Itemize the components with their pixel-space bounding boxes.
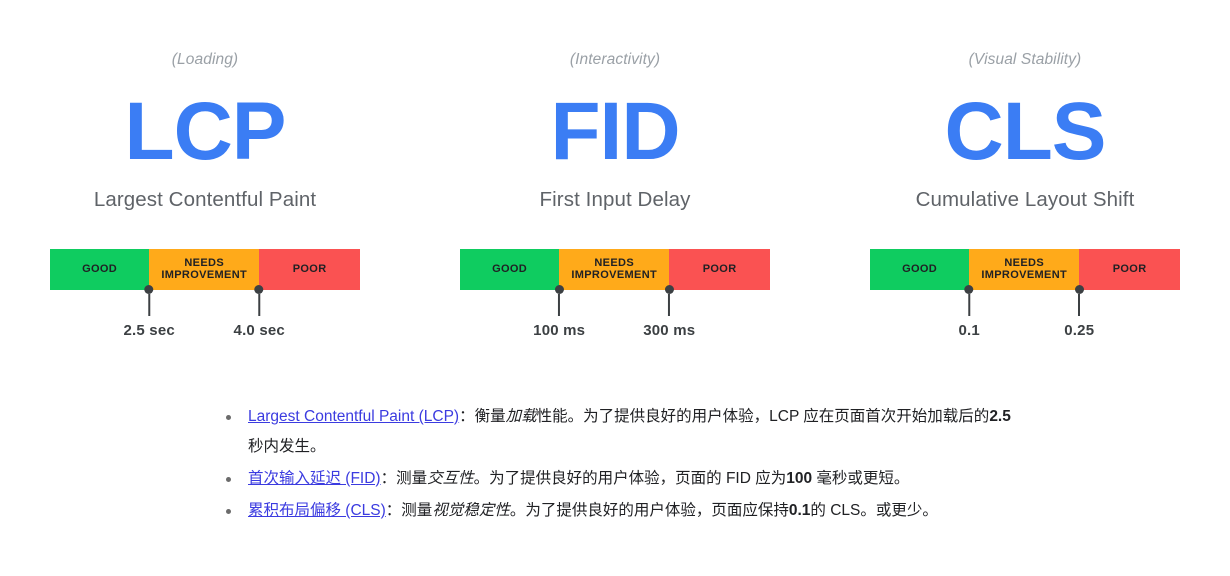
bar-segment-needs-improvement: NEEDS IMPROVEMENT	[969, 248, 1080, 290]
marker-dot-icon	[964, 284, 974, 294]
core-web-vitals-row: (Loading) LCP Largest Contentful Paint G…	[0, 0, 1230, 339]
metric-link-cls[interactable]: 累积布局偏移 (CLS)	[248, 502, 386, 519]
metric-title: Cumulative Layout Shift	[915, 188, 1135, 211]
note-value: 2.5	[989, 408, 1011, 425]
list-item: 首次输入延迟 (FID)：测量交互性。为了提供良好的用户体验，页面的 FID 应…	[222, 464, 1022, 494]
bar-segment-needs-improvement: NEEDS IMPROVEMENT	[149, 248, 260, 290]
metric-category-label: (Loading)	[171, 51, 239, 68]
list-item: 累积布局偏移 (CLS)：测量视觉稳定性。为了提供良好的用户体验，页面应保持0.…	[222, 496, 1022, 526]
threshold-bar: GOOD NEEDS IMPROVEMENT POOR	[460, 248, 770, 290]
marker-dot-icon	[254, 284, 264, 294]
bar-segment-poor: POOR	[669, 248, 770, 290]
threshold-value: 0.25	[1064, 321, 1095, 339]
threshold-markers: 0.1 0.25	[870, 284, 1180, 345]
threshold-value: 0.1	[958, 321, 980, 339]
metric-description-list: Largest Contentful Paint (LCP)：衡量加载性能。为了…	[222, 402, 1022, 528]
note-text: 。为了提供良好的用户体验，页面应保持	[509, 502, 789, 519]
note-text: 。为了提供良好的用户体验，页面的 FID 应为	[473, 470, 787, 487]
marker-stem	[668, 293, 671, 316]
threshold-bar: GOOD NEEDS IMPROVEMENT POOR	[870, 248, 1180, 290]
threshold-marker: 100 ms	[533, 284, 586, 339]
threshold-bar: GOOD NEEDS IMPROVEMENT POOR	[50, 248, 360, 290]
threshold-value: 4.0 sec	[233, 321, 285, 339]
threshold-bar-block: GOOD NEEDS IMPROVEMENT POOR 2.5 sec 4.0 …	[50, 248, 360, 339]
metric-category-label: (Visual Stability)	[968, 51, 1082, 68]
threshold-marker: 0.1	[958, 284, 980, 339]
marker-stem	[558, 293, 561, 316]
marker-stem	[258, 293, 261, 316]
marker-stem	[968, 293, 971, 316]
threshold-value: 2.5 sec	[123, 321, 175, 339]
metric-panel-lcp: (Loading) LCP Largest Contentful Paint G…	[0, 51, 410, 339]
bar-segment-needs-improvement: NEEDS IMPROVEMENT	[559, 248, 670, 290]
note-text: ：测量	[380, 470, 428, 487]
marker-dot-icon	[664, 284, 674, 294]
threshold-markers: 100 ms 300 ms	[460, 284, 770, 345]
metric-panel-fid: (Interactivity) FID First Input Delay GO…	[410, 51, 820, 339]
note-text: 的 CLS。或更少。	[810, 502, 938, 519]
list-item: Largest Contentful Paint (LCP)：衡量加载性能。为了…	[222, 402, 1022, 462]
marker-stem	[1078, 293, 1081, 316]
threshold-marker: 300 ms	[643, 284, 696, 339]
note-text: 性能。为了提供良好的用户体验，LCP 应在页面首次开始加载后的	[536, 408, 990, 425]
note-value: 100	[786, 470, 813, 487]
metric-acronym: CLS	[944, 86, 1107, 177]
threshold-marker: 4.0 sec	[233, 284, 285, 339]
threshold-bar-block: GOOD NEEDS IMPROVEMENT POOR 0.1 0.25	[870, 248, 1180, 339]
marker-dot-icon	[1074, 284, 1084, 294]
bar-segment-good: GOOD	[460, 248, 560, 290]
bar-segment-poor: POOR	[1079, 248, 1180, 290]
metric-category-label: (Interactivity)	[569, 51, 661, 68]
metric-acronym: LCP	[124, 86, 287, 177]
note-text: ：衡量	[459, 408, 506, 425]
bar-segment-good: GOOD	[50, 248, 150, 290]
note-emphasis: 加载	[505, 408, 537, 425]
note-emphasis: 交互性	[427, 470, 474, 487]
note-emphasis: 视觉稳定性	[432, 502, 510, 519]
bar-segment-good: GOOD	[870, 248, 970, 290]
note-text: 秒内发生。	[248, 438, 326, 455]
metric-acronym: FID	[550, 86, 680, 177]
bar-segment-poor: POOR	[259, 248, 360, 290]
metric-link-fid[interactable]: 首次输入延迟 (FID)	[248, 470, 381, 487]
note-text: ：测量	[385, 502, 433, 519]
threshold-value: 100 ms	[533, 321, 586, 339]
marker-dot-icon	[144, 284, 154, 294]
metric-panel-cls: (Visual Stability) CLS Cumulative Layout…	[820, 51, 1230, 339]
note-value: 0.1	[788, 502, 811, 519]
metric-title: Largest Contentful Paint	[93, 188, 317, 211]
metric-link-lcp[interactable]: Largest Contentful Paint (LCP)	[248, 408, 459, 425]
threshold-marker: 2.5 sec	[123, 284, 175, 339]
threshold-markers: 2.5 sec 4.0 sec	[50, 284, 360, 345]
metric-title: First Input Delay	[539, 188, 691, 211]
threshold-marker: 0.25	[1064, 284, 1095, 339]
note-text: 毫秒或更短。	[812, 470, 910, 487]
marker-stem	[148, 293, 151, 316]
threshold-bar-block: GOOD NEEDS IMPROVEMENT POOR 100 ms 300 m…	[460, 248, 770, 339]
threshold-value: 300 ms	[643, 321, 696, 339]
marker-dot-icon	[554, 284, 564, 294]
